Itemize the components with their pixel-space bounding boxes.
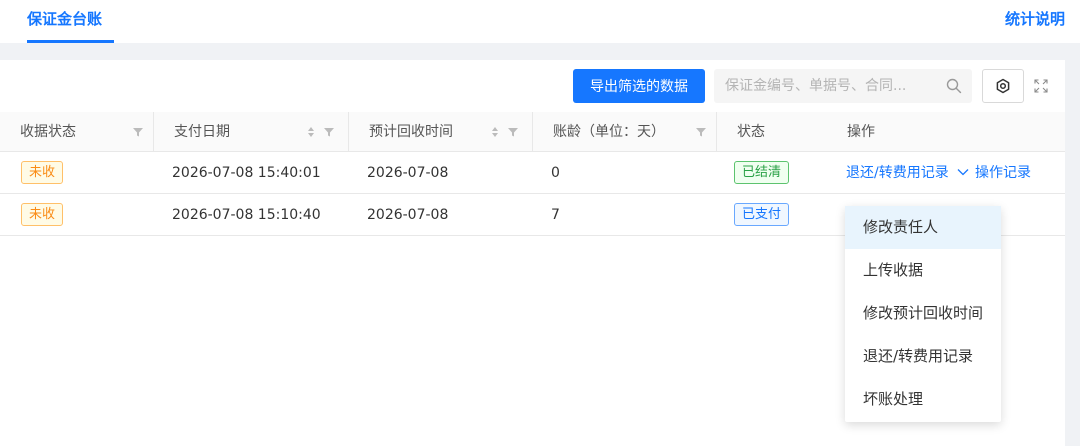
column-header-status: 状态	[737, 124, 765, 140]
menu-item-refund-records[interactable]: 退还/转费用记录	[845, 335, 1001, 378]
top-bar: 保证金台账 统计说明	[0, 0, 1080, 43]
column-settings-button[interactable]	[982, 69, 1024, 103]
menu-item-bad-debt[interactable]: 坏账处理	[845, 378, 1001, 421]
column-header-actions: 操作	[847, 124, 875, 140]
tab-deposit-ledger[interactable]: 保证金台账	[27, 8, 102, 29]
table-row: 未收 2026-07-08 15:40:01 2026-07-08 0 已结清 …	[0, 152, 1065, 194]
receipt-status-tag: 未收	[21, 161, 64, 184]
expected-return-cell: 2026-07-08	[367, 165, 449, 181]
statistics-help-link[interactable]: 统计说明	[1005, 8, 1065, 29]
menu-item-upload-receipt[interactable]: 上传收据	[845, 249, 1001, 292]
status-tag: 已支付	[734, 203, 790, 226]
column-header-expected-return: 预计回收时间	[349, 112, 533, 152]
filter-icon[interactable]	[695, 126, 707, 138]
operation-log-link[interactable]: 操作记录	[975, 152, 1031, 194]
table-header: 收据状态 支付日期 预计回收时间 账龄（单位：天） 状态 操作	[0, 112, 1065, 152]
filter-icon[interactable]	[507, 126, 519, 138]
fullscreen-icon[interactable]	[1034, 79, 1048, 93]
column-header-receipt-status: 收据状态	[0, 112, 154, 152]
search-box	[714, 69, 972, 103]
sort-icon[interactable]	[489, 126, 501, 138]
search-icon[interactable]	[946, 78, 962, 94]
chevron-down-icon	[957, 169, 969, 176]
expected-return-cell: 2026-07-08	[367, 207, 449, 223]
search-input[interactable]	[714, 69, 939, 103]
toolbar: 导出筛选的数据	[0, 60, 1065, 112]
age-days-cell: 0	[551, 165, 560, 181]
status-tag: 已结清	[734, 161, 790, 184]
column-header-age-days: 账龄（单位：天）	[533, 112, 717, 152]
pay-date-cell: 2026-07-08 15:10:40	[172, 207, 321, 223]
menu-item-change-owner[interactable]: 修改责任人	[845, 206, 1001, 249]
menu-item-change-return-time[interactable]: 修改预计回收时间	[845, 292, 1001, 335]
column-header-pay-date: 支付日期	[154, 112, 349, 152]
sort-icon[interactable]	[305, 126, 317, 138]
active-tab-indicator	[27, 40, 114, 43]
age-days-cell: 7	[551, 207, 560, 223]
filter-icon[interactable]	[323, 126, 335, 138]
actions-dropdown-menu: 修改责任人 上传收据 修改预计回收时间 退还/转费用记录 坏账处理	[845, 206, 1001, 422]
export-filtered-button[interactable]: 导出筛选的数据	[573, 69, 705, 103]
refund-records-dropdown-trigger[interactable]: 退还/转费用记录	[846, 152, 969, 194]
filter-icon[interactable]	[132, 126, 144, 138]
receipt-status-tag: 未收	[21, 203, 64, 226]
pay-date-cell: 2026-07-08 15:40:01	[172, 165, 321, 181]
gear-icon	[996, 78, 1010, 94]
